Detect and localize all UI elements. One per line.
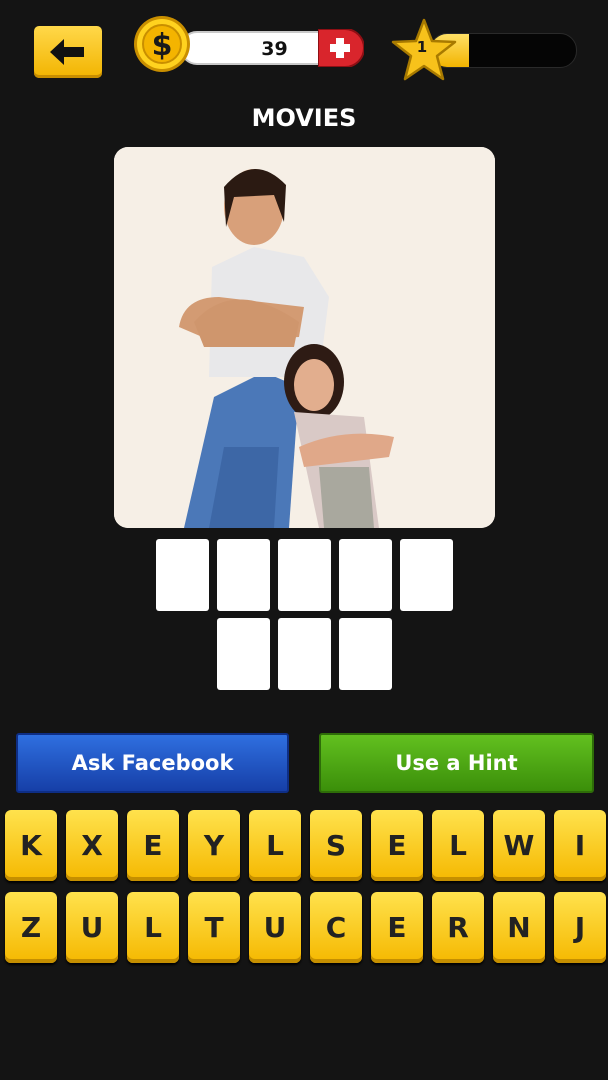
coin-pill: 39 [180, 31, 340, 65]
category-title: MOVIES [251, 104, 357, 132]
coin-count: 39 [261, 38, 288, 60]
letter-key[interactable]: L [127, 892, 179, 963]
letter-key[interactable]: C [310, 892, 362, 963]
letter-key[interactable]: K [5, 810, 57, 881]
dollar-coin-icon: $ [134, 16, 190, 72]
letter-key[interactable]: U [66, 892, 118, 963]
letter-key[interactable]: R [432, 892, 484, 963]
answer-slot[interactable] [217, 539, 270, 611]
letter-key[interactable]: L [432, 810, 484, 881]
letter-key[interactable]: E [371, 892, 423, 963]
puzzle-image [114, 147, 495, 528]
letter-key[interactable]: L [249, 810, 301, 881]
letter-key[interactable]: I [554, 810, 606, 881]
back-button[interactable] [34, 26, 102, 78]
letter-key[interactable]: E [371, 810, 423, 881]
answer-slot[interactable] [278, 618, 331, 690]
answer-slot[interactable] [217, 618, 270, 690]
add-coins-button[interactable] [318, 29, 364, 67]
letter-key[interactable]: S [310, 810, 362, 881]
answer-slot[interactable] [156, 539, 209, 611]
letter-key[interactable]: E [127, 810, 179, 881]
answer-slot[interactable] [400, 539, 453, 611]
answer-slot[interactable] [339, 618, 392, 690]
coin-balance: 39 $ [134, 16, 364, 72]
letter-key[interactable]: J [554, 892, 606, 963]
letter-key[interactable]: W [493, 810, 545, 881]
letter-key[interactable]: Z [5, 892, 57, 963]
arrow-left-icon [50, 39, 84, 65]
letter-key[interactable]: T [188, 892, 240, 963]
letter-key[interactable]: N [493, 892, 545, 963]
answer-slot[interactable] [339, 539, 392, 611]
use-hint-button[interactable]: Use a Hint [319, 733, 594, 793]
ask-facebook-button[interactable]: Ask Facebook [16, 733, 289, 793]
letter-key[interactable]: Y [188, 810, 240, 881]
level-number: 1 [416, 38, 428, 56]
letter-key[interactable]: U [249, 892, 301, 963]
svg-text:$: $ [152, 28, 173, 63]
answer-slot[interactable] [278, 539, 331, 611]
letter-key[interactable]: X [66, 810, 118, 881]
